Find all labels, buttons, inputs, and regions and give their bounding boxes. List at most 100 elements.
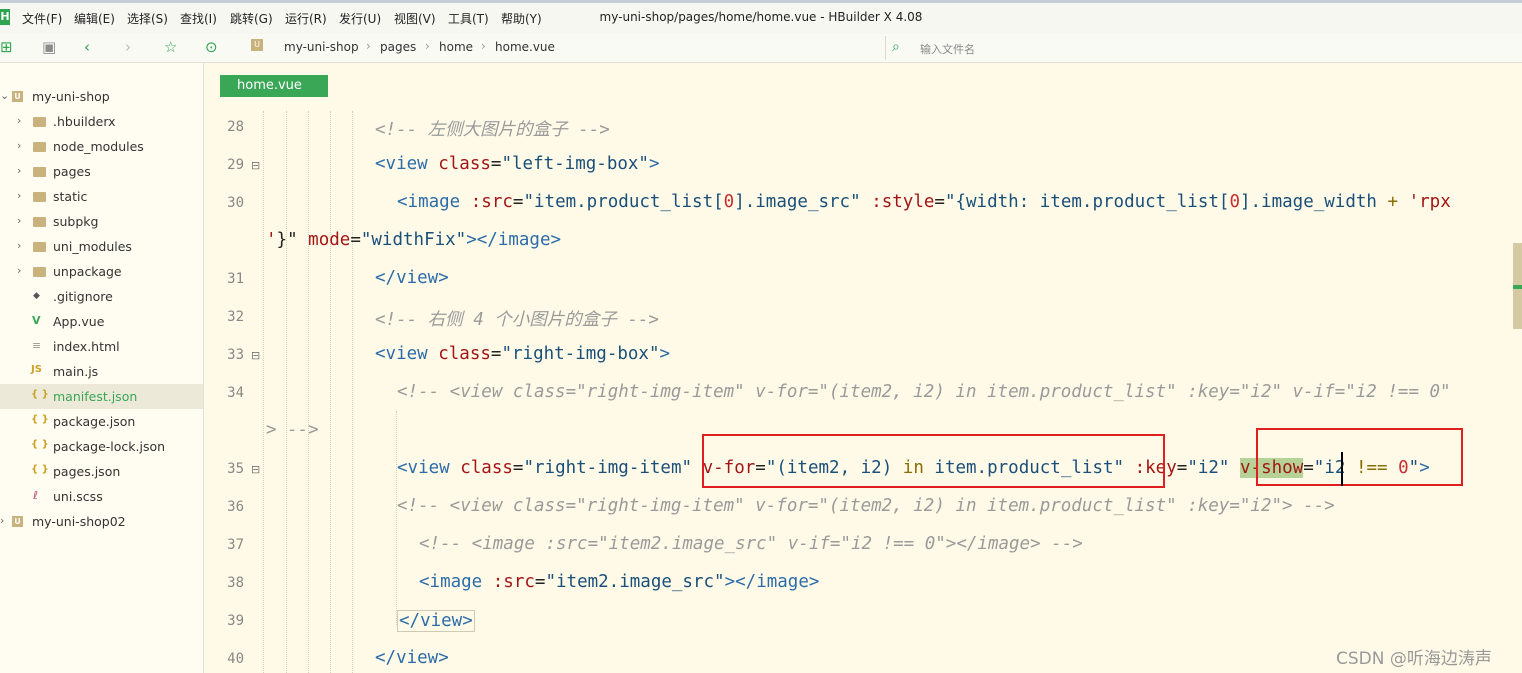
code-line: <image :src="item.product_list[0].image_… (397, 192, 1451, 212)
tree-item-label: my-uni-shop (32, 89, 110, 104)
tree-item-subpkg[interactable]: › subpkg (0, 209, 203, 234)
tree-item-label: uni_modules (53, 239, 132, 254)
menu-edit[interactable]: 编辑(E) (74, 10, 115, 27)
chevron-right-icon[interactable]: › (17, 139, 21, 152)
tree-item-index-html[interactable]: ≡ index.html (0, 334, 203, 359)
tree-item-manifest-json[interactable]: { } manifest.json (0, 384, 203, 409)
chevron-right-icon: › (425, 39, 430, 53)
tree-item-label: unpackage (53, 264, 122, 279)
folder-icon (33, 167, 46, 177)
tree-item-unpackage[interactable]: › unpackage (0, 259, 203, 284)
tree-item-my-uni-shop02[interactable]: › U my-uni-shop02 (0, 509, 203, 534)
breadcrumb-home[interactable]: home (439, 40, 473, 54)
menu-view[interactable]: 视图(V) (394, 10, 436, 27)
line-number: 35 (227, 461, 244, 477)
code-line: <!-- <view class="right-img-item" v-for=… (397, 382, 1451, 402)
code-line: <!-- <image :src="item2.image_src" v-if=… (419, 534, 1083, 554)
tree-item-label: .gitignore (53, 289, 113, 304)
tree-item-node-modules[interactable]: › node_modules (0, 134, 203, 159)
new-file-icon[interactable]: ⊞ (0, 38, 13, 56)
tree-item-pages-json[interactable]: { } pages.json (0, 459, 203, 484)
indent-guide (286, 111, 287, 673)
line-number: 30 (227, 195, 244, 211)
json-file-icon: { } (31, 389, 49, 400)
chevron-right-icon[interactable]: › (17, 189, 21, 202)
menu-goto[interactable]: 跳转(G) (230, 10, 273, 27)
code-line: <!-- 左侧大图片的盒子 --> (375, 120, 610, 140)
tree-item-static[interactable]: › static (0, 184, 203, 209)
folder-icon (33, 117, 46, 127)
tree-item-gitignore[interactable]: ◆ .gitignore (0, 284, 203, 309)
tree-item-main-js[interactable]: JS main.js (0, 359, 203, 384)
menu-find[interactable]: 查找(I) (180, 10, 217, 27)
indent-guide (330, 111, 331, 673)
folder-icon (33, 217, 46, 227)
run-icon[interactable]: ⊙ (205, 38, 218, 56)
chevron-right-icon[interactable]: › (17, 214, 21, 227)
tree-item-uni-scss[interactable]: ℓ uni.scss (0, 484, 203, 509)
chevron-down-icon[interactable]: ⌄ (0, 89, 9, 102)
folder-icon (33, 142, 46, 152)
save-icon[interactable]: ▣ (42, 38, 56, 56)
tree-item-my-uni-shop[interactable]: ⌄ U my-uni-shop (0, 84, 203, 109)
line-number: 33 (227, 347, 244, 363)
project-icon: U (12, 91, 23, 102)
indent-guide (263, 111, 264, 673)
html-file-icon: ≡ (32, 339, 42, 352)
menu-bar: H 文件(F) 编辑(E) 选择(S) 查找(I) 跳转(G) 运行(R) 发行… (0, 0, 1522, 34)
code-line: <view class="right-img-box"> (375, 344, 671, 364)
tree-item-label: package.json (53, 414, 136, 429)
forward-icon[interactable]: › (125, 38, 131, 56)
code-line: <!-- 右侧 4 个小图片的盒子 --> (375, 310, 659, 330)
toolbar: ⊞ ▣ ‹ › ☆ ⊙ U my-uni-shop › pages › home… (0, 34, 1522, 63)
annotation-box-v-for (702, 434, 1165, 488)
menu-select[interactable]: 选择(S) (127, 10, 168, 27)
code-line: <view class="left-img-box"> (375, 154, 660, 174)
tree-item-label: .hbuilderx (53, 114, 116, 129)
tree-item-label: pages (53, 164, 91, 179)
chevron-right-icon: › (366, 39, 371, 53)
tree-item-hbuilderx[interactable]: › .hbuilderx (0, 109, 203, 134)
code-line: </view> (375, 268, 449, 288)
window-title: my-uni-shop/pages/home/home.vue - HBuild… (599, 10, 923, 24)
tree-item-label: manifest.json (53, 389, 138, 404)
tree-item-label: main.js (53, 364, 99, 379)
chevron-right-icon[interactable]: › (17, 114, 21, 127)
menu-run[interactable]: 运行(R) (285, 10, 327, 27)
tree-item-package-lock-json[interactable]: { } package-lock.json (0, 434, 203, 459)
tree-item-package-json[interactable]: { } package.json (0, 409, 203, 434)
fold-icon[interactable]: ⊟ (251, 463, 260, 476)
project-icon: U (12, 516, 23, 527)
menu-tools[interactable]: 工具(T) (448, 10, 489, 27)
tree-item-pages[interactable]: › pages (0, 159, 203, 184)
chevron-right-icon[interactable]: › (0, 514, 4, 527)
breadcrumb-file[interactable]: home.vue (495, 40, 555, 54)
search-icon: ⌕ (892, 39, 900, 55)
tree-item-label: package-lock.json (53, 439, 166, 454)
fold-icon[interactable]: ⊟ (251, 349, 260, 362)
line-number: 32 (227, 309, 244, 325)
menu-help[interactable]: 帮助(Y) (501, 10, 542, 27)
line-number: 34 (227, 385, 244, 401)
folder-icon (33, 192, 46, 202)
chevron-right-icon[interactable]: › (17, 264, 21, 277)
indent-guide (308, 111, 309, 673)
tree-item-label: pages.json (53, 464, 121, 479)
menu-file[interactable]: 文件(F) (22, 10, 62, 27)
code-editor[interactable]: home.vue 28 29 ⊟ 30 31 32 33 ⊟ 34 35 ⊟ 3… (204, 63, 1522, 673)
chevron-right-icon[interactable]: › (17, 164, 21, 177)
code-line: </view> (375, 648, 449, 668)
tab-home-vue[interactable]: home.vue (220, 75, 328, 97)
chevron-right-icon[interactable]: › (17, 239, 21, 252)
file-search-input[interactable]: ⌕ 输入文件名 (885, 36, 1522, 60)
breadcrumb-pages[interactable]: pages (380, 40, 416, 54)
code-line: <!-- <view class="right-img-item" v-for=… (397, 496, 1335, 516)
fold-icon[interactable]: ⊟ (251, 159, 260, 172)
tree-item-app-vue[interactable]: V App.vue (0, 309, 203, 334)
breadcrumb-project[interactable]: my-uni-shop (284, 40, 359, 54)
tree-item-uni-modules[interactable]: › uni_modules (0, 234, 203, 259)
menu-publish[interactable]: 发行(U) (339, 10, 381, 27)
back-icon[interactable]: ‹ (84, 38, 90, 56)
project-icon: U (251, 39, 263, 51)
star-icon[interactable]: ☆ (164, 38, 177, 56)
